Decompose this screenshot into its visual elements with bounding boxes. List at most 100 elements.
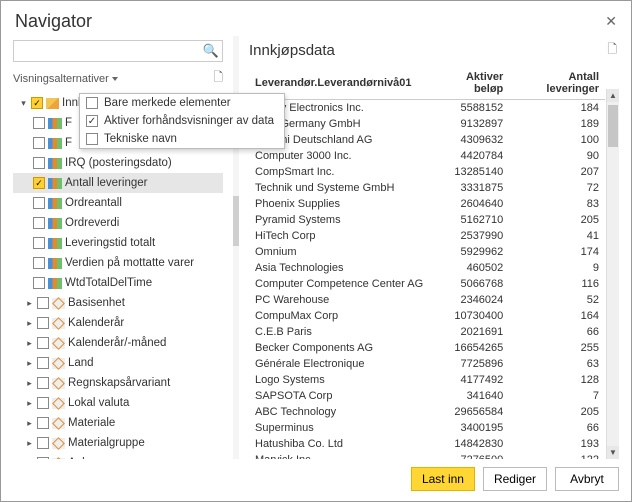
checkbox[interactable] (37, 417, 49, 429)
tree-item-label: Ordreantall (65, 197, 122, 209)
table-row[interactable]: Computer Competence Center AG5066768116 (249, 276, 605, 292)
tree-item[interactable]: Ordreverdi (13, 213, 223, 233)
refresh-icon[interactable]: 🗋 (213, 68, 223, 89)
tree-item[interactable]: ▸Materialgruppe (13, 433, 223, 453)
checkbox[interactable] (33, 257, 45, 269)
preview-refresh-icon[interactable]: 🗋 (607, 40, 617, 61)
dimension-icon (52, 358, 65, 369)
table-row[interactable]: Computer 3000 Inc.442078490 (249, 148, 605, 164)
checkbox[interactable] (37, 337, 49, 349)
table-row[interactable]: Superminus340019566 (249, 420, 605, 436)
table-row[interactable]: Hatushiba Co. Ltd14842830193 (249, 436, 605, 452)
table-scrollbar[interactable]: ▲ ▼ (606, 89, 619, 459)
table-row[interactable]: CompuMax Corp10730400164 (249, 308, 605, 324)
dimension-icon (52, 378, 65, 389)
measure-icon (48, 138, 62, 149)
tree-item[interactable]: ▸Materiale (13, 413, 223, 433)
table-row[interactable]: Omnium5929962174 (249, 244, 605, 260)
expand-icon[interactable]: ▾ (19, 98, 28, 109)
display-options-dropdown[interactable]: Visningsalternativer (13, 73, 118, 85)
popup-item[interactable]: Aktiver forhåndsvisninger av data (80, 112, 284, 130)
expand-icon[interactable]: ▸ (25, 378, 34, 389)
checkbox[interactable] (37, 437, 49, 449)
cancel-button[interactable]: Avbryt (555, 467, 619, 491)
table-cell: 13285140 (429, 164, 509, 180)
tree-item[interactable]: ▸Lokal valuta (13, 393, 223, 413)
search-input[interactable] (13, 40, 223, 62)
checkbox[interactable] (37, 457, 49, 459)
measure-icon (48, 158, 62, 169)
tree-item[interactable]: ✓Antall leveringer (13, 173, 223, 193)
column-header[interactable]: Antall leveringer (509, 67, 605, 100)
table-row[interactable]: PAQ Germany GmbH9132897189 (249, 116, 605, 132)
table-row[interactable]: Logo Systems4177492128 (249, 372, 605, 388)
expand-icon[interactable]: ▸ (25, 338, 34, 349)
checkbox[interactable] (37, 397, 49, 409)
tree-item[interactable]: Ordreantall (13, 193, 223, 213)
checkbox[interactable] (37, 297, 49, 309)
tree-item[interactable]: Verdien på mottatte varer (13, 253, 223, 273)
checkbox[interactable] (33, 217, 45, 229)
tree-item[interactable]: WtdTotalDelTime (13, 273, 223, 293)
column-header[interactable]: Aktiver beløp (429, 67, 509, 100)
checkbox[interactable]: ✓ (31, 97, 43, 109)
tree-item[interactable]: ▸Kalenderår/-måned (13, 333, 223, 353)
checkbox[interactable] (33, 117, 45, 129)
tree-item[interactable]: ▸Land (13, 353, 223, 373)
expand-icon[interactable]: ▸ (25, 398, 34, 409)
popup-item[interactable]: Bare merkede elementer (80, 94, 284, 112)
load-button[interactable]: Last inn (411, 467, 475, 491)
table-row[interactable]: C.E.B Paris202169166 (249, 324, 605, 340)
table-row[interactable]: Générale Electronique772589663 (249, 356, 605, 372)
tree-item[interactable]: Leveringstid totalt (13, 233, 223, 253)
popup-checkbox[interactable] (86, 133, 98, 145)
table-cell: 122 (509, 452, 605, 459)
popup-checkbox[interactable] (86, 97, 98, 109)
table-cell: 10730400 (429, 308, 509, 324)
tree-item[interactable]: ▸Anlegg (13, 453, 223, 459)
table-row[interactable]: Asia Technologies4605029 (249, 260, 605, 276)
table-row[interactable]: CompSmart Inc.13285140207 (249, 164, 605, 180)
table-row[interactable]: Marvick Inc.7276500122 (249, 452, 605, 459)
scroll-thumb[interactable] (608, 105, 618, 147)
table-row[interactable]: HiTech Corp253799041 (249, 228, 605, 244)
scroll-up-icon[interactable]: ▲ (607, 89, 619, 102)
table-cell: Pyramid Systems (249, 212, 429, 228)
tree-item[interactable]: ▸Kalenderår (13, 313, 223, 333)
table-row[interactable]: ABC Technology29656584205 (249, 404, 605, 420)
expand-icon[interactable]: ▸ (25, 298, 34, 309)
checkbox[interactable] (33, 277, 45, 289)
edit-button[interactable]: Rediger (483, 467, 547, 491)
tree-item[interactable]: IRQ (posteringsdato) (13, 153, 223, 173)
tree-item-label: Leveringstid totalt (65, 237, 155, 249)
table-row[interactable]: Pyramid Systems5162710205 (249, 212, 605, 228)
table-row[interactable]: Sunny Electronics Inc.5588152184 (249, 100, 605, 117)
checkbox[interactable] (37, 317, 49, 329)
table-row[interactable]: PC Warehouse234602452 (249, 292, 605, 308)
expand-icon[interactable]: ▸ (25, 458, 34, 460)
table-row[interactable]: Phoenix Supplies260464083 (249, 196, 605, 212)
table-row[interactable]: SAPSOTA Corp3416407 (249, 388, 605, 404)
checkbox[interactable] (37, 377, 49, 389)
checkbox[interactable]: ✓ (33, 177, 45, 189)
popup-item[interactable]: Tekniske navn (80, 130, 284, 148)
checkbox[interactable] (33, 157, 45, 169)
checkbox[interactable] (33, 137, 45, 149)
checkbox[interactable] (33, 237, 45, 249)
checkbox[interactable] (37, 357, 49, 369)
table-row[interactable]: Technik und Systeme GmbH333187572 (249, 180, 605, 196)
tree-item[interactable]: ▸Regnskapsårvariant (13, 373, 223, 393)
table-row[interactable]: Jotachi Deutschland AG4309632100 (249, 132, 605, 148)
table-cell: 16654265 (429, 340, 509, 356)
expand-icon[interactable]: ▸ (25, 318, 34, 329)
expand-icon[interactable]: ▸ (25, 438, 34, 449)
scroll-down-icon[interactable]: ▼ (607, 446, 619, 459)
search-icon[interactable]: 🔍 (203, 43, 219, 59)
table-row[interactable]: Becker Components AG16654265255 (249, 340, 605, 356)
checkbox[interactable] (33, 197, 45, 209)
tree-item[interactable]: ▸Basisenhet (13, 293, 223, 313)
expand-icon[interactable]: ▸ (25, 418, 34, 429)
close-icon[interactable]: ✕ (605, 13, 617, 30)
expand-icon[interactable]: ▸ (25, 358, 34, 369)
popup-checkbox[interactable] (86, 115, 98, 127)
